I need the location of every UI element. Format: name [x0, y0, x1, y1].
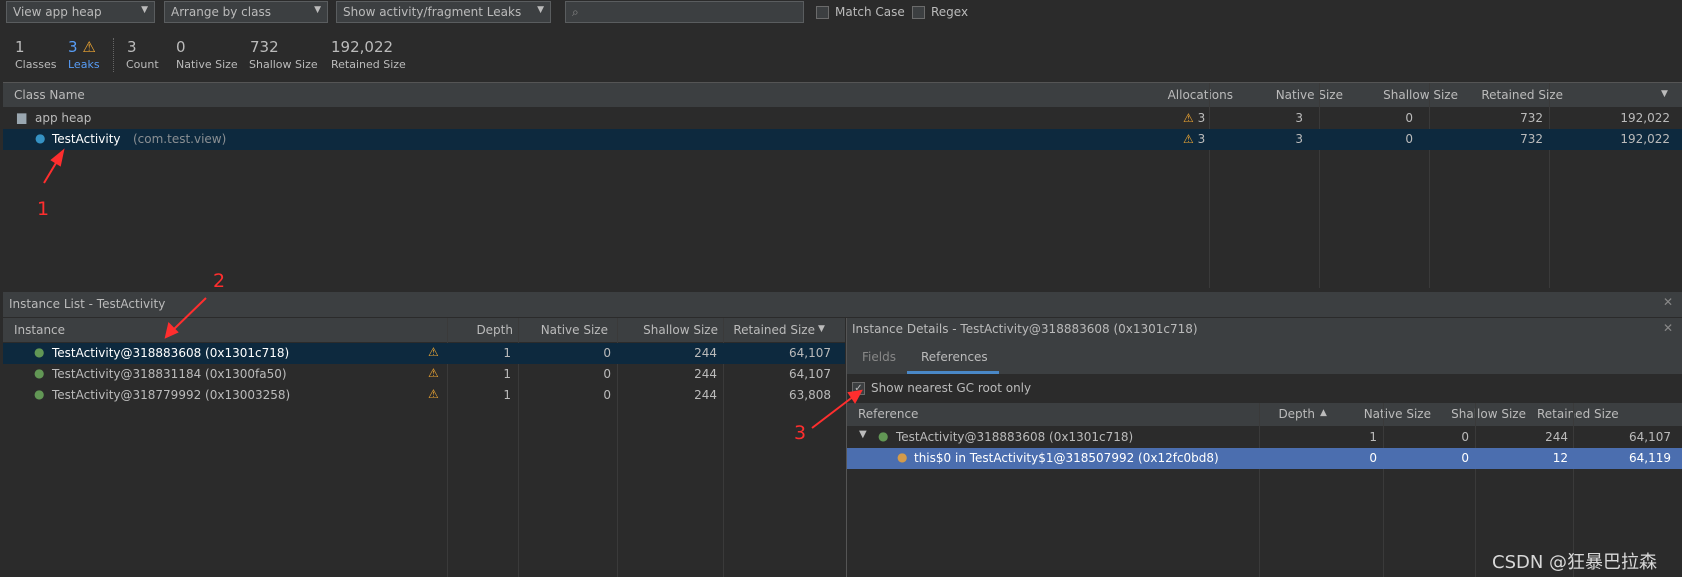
annotation-label-1: 1	[37, 198, 50, 220]
watermark: CSDN @狂暴巴拉森	[1492, 552, 1658, 573]
annotation-label-2: 2	[213, 270, 226, 292]
annotation-arrows	[43, 148, 863, 429]
annotation-label-3: 3	[794, 422, 807, 444]
